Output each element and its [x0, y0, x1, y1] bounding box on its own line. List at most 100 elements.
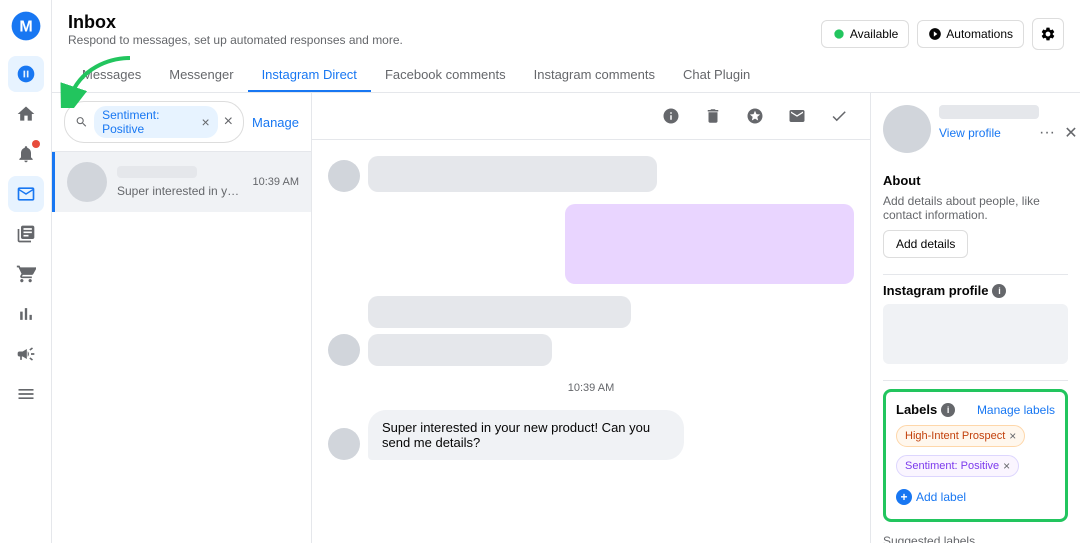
bubble-placeholder-3	[368, 334, 552, 366]
chat-toolbar	[312, 93, 870, 140]
about-subtitle: Add details about people, like contact i…	[883, 194, 1068, 222]
bubble-placeholder-sent	[565, 204, 854, 284]
add-label-text: Add label	[916, 490, 966, 504]
labels-list: High-Intent Prospect × Sentiment: Positi…	[896, 425, 1055, 481]
labels-title-text: Labels	[896, 402, 937, 417]
delete-toolbar-icon[interactable]	[698, 101, 728, 131]
tab-chat-plugin[interactable]: Chat Plugin	[669, 59, 764, 92]
profile-top-info: View profile	[939, 105, 1039, 140]
sidebar-item-inbox[interactable]	[8, 176, 44, 212]
header-actions: Available Automations	[821, 18, 1064, 50]
search-icon	[75, 115, 88, 129]
divider-2	[883, 380, 1068, 381]
message-info: Super interested in your new produc...	[117, 166, 243, 198]
message-item[interactable]: Super interested in your new produc... 1…	[52, 152, 311, 212]
inbox-title: Inbox	[68, 12, 403, 33]
tab-messenger[interactable]: Messenger	[155, 59, 247, 92]
message-list: Sentiment: Positive × × Manage Super int…	[52, 93, 312, 543]
sidebar-item-notifications[interactable]	[8, 136, 44, 172]
manage-link[interactable]: Manage	[252, 115, 299, 130]
message-time: 10:39 AM	[253, 176, 299, 188]
labels-section: Labels i Manage labels High-Intent Prosp…	[883, 389, 1068, 522]
sidebar-item-messages[interactable]	[8, 56, 44, 92]
label-tag-remove-1[interactable]: ×	[1003, 459, 1010, 473]
bubble-row-2	[328, 204, 854, 284]
sidebar-item-more[interactable]	[8, 376, 44, 412]
sidebar-item-home[interactable]	[8, 96, 44, 132]
inbox-area: Inbox Respond to messages, set up automa…	[52, 0, 1080, 543]
more-options-button[interactable]: ···	[1039, 124, 1055, 142]
profile-top: View profile	[883, 105, 1039, 153]
inbox-header: Inbox Respond to messages, set up automa…	[52, 0, 1080, 93]
close-panel-button[interactable]: ✕	[1059, 121, 1080, 145]
sidebar-item-campaigns[interactable]	[8, 336, 44, 372]
bubble-row-3	[328, 296, 854, 366]
about-section: About Add details about people, like con…	[883, 173, 1068, 258]
bubble-avatar-2	[328, 334, 360, 366]
email-toolbar-icon[interactable]	[782, 101, 812, 131]
bubble-avatar-1	[328, 160, 360, 192]
info-toolbar-icon[interactable]	[656, 101, 686, 131]
check-toolbar-icon[interactable]	[824, 101, 854, 131]
tab-messages[interactable]: Messages	[68, 59, 155, 92]
label-tag-text-0: High-Intent Prospect	[905, 430, 1005, 442]
search-bar: Sentiment: Positive × × Manage	[52, 93, 311, 152]
add-label-plus-icon: +	[896, 489, 912, 505]
search-clear-button[interactable]: ×	[224, 114, 233, 130]
view-profile-link[interactable]: View profile	[939, 126, 1001, 140]
left-sidebar: M	[0, 0, 52, 543]
star-toolbar-icon[interactable]	[740, 101, 770, 131]
instagram-profile-info-icon[interactable]: i	[992, 284, 1006, 298]
available-button[interactable]: Available	[821, 20, 909, 48]
search-input-wrapper[interactable]: Sentiment: Positive × ×	[64, 101, 244, 143]
label-tag-remove-0[interactable]: ×	[1009, 429, 1016, 443]
tab-instagram-direct[interactable]: Instagram Direct	[248, 59, 371, 92]
labels-header: Labels i Manage labels	[896, 402, 1055, 417]
add-label-button[interactable]: + Add label	[896, 485, 1055, 509]
search-filter-tag[interactable]: Sentiment: Positive ×	[94, 106, 218, 138]
divider-1	[883, 274, 1068, 275]
avatar	[67, 162, 107, 202]
instagram-profile-title: Instagram profile i	[883, 283, 1068, 298]
search-filter-label: Sentiment: Positive	[102, 108, 197, 136]
settings-button[interactable]	[1032, 18, 1064, 50]
add-details-button[interactable]: Add details	[883, 230, 968, 258]
tab-instagram-comments[interactable]: Instagram comments	[520, 59, 669, 92]
bubble-received-final: Super interested in your new product! Ca…	[368, 410, 684, 460]
right-panel: View profile ··· ✕ About Add details abo…	[870, 93, 1080, 543]
label-tag-sentiment[interactable]: Sentiment: Positive ×	[896, 455, 1019, 477]
instagram-profile-title-text: Instagram profile	[883, 283, 988, 298]
search-filter-remove[interactable]: ×	[201, 115, 209, 129]
manage-labels-link[interactable]: Manage labels	[977, 403, 1055, 417]
message-preview: Super interested in your new produc...	[117, 184, 243, 198]
sidebar-item-catalog[interactable]	[8, 216, 44, 252]
bubble-placeholder-2	[368, 296, 631, 328]
notification-badge	[32, 140, 40, 148]
meta-logo[interactable]: M	[8, 8, 44, 44]
instagram-profile-section: Instagram profile i	[883, 283, 1068, 364]
suggested-labels-title: Suggested labels	[883, 534, 1068, 543]
label-item-0: High-Intent Prospect ×	[896, 425, 1055, 451]
inbox-subtitle: Respond to messages, set up automated re…	[68, 33, 403, 47]
sender-name-placeholder	[117, 166, 197, 178]
chat-messages: 10:39 AM Super interested in your new pr…	[312, 140, 870, 543]
suggested-labels-section: Suggested labels New customer Important …	[883, 534, 1068, 543]
chat-area: 10:39 AM Super interested in your new pr…	[312, 93, 870, 543]
instagram-profile-placeholder	[883, 304, 1068, 364]
labels-info-icon[interactable]: i	[941, 403, 955, 417]
svg-text:M: M	[19, 19, 32, 36]
chat-timestamp: 10:39 AM	[328, 382, 854, 394]
automations-button[interactable]: Automations	[917, 20, 1024, 48]
label-tag-text-1: Sentiment: Positive	[905, 460, 999, 472]
last-message-text: Super interested in your new product! Ca…	[382, 420, 650, 450]
sidebar-item-analytics[interactable]	[8, 296, 44, 332]
sidebar-item-shop[interactable]	[8, 256, 44, 292]
about-title: About	[883, 173, 1068, 188]
right-panel-header: View profile ··· ✕	[883, 105, 1068, 161]
label-tag-high-intent[interactable]: High-Intent Prospect ×	[896, 425, 1025, 447]
content-area: Sentiment: Positive × × Manage Super int…	[52, 93, 1080, 543]
label-item-1: Sentiment: Positive ×	[896, 455, 1055, 481]
bubble-avatar-final	[328, 428, 360, 460]
bubble-row-1	[328, 156, 854, 192]
tab-facebook-comments[interactable]: Facebook comments	[371, 59, 520, 92]
